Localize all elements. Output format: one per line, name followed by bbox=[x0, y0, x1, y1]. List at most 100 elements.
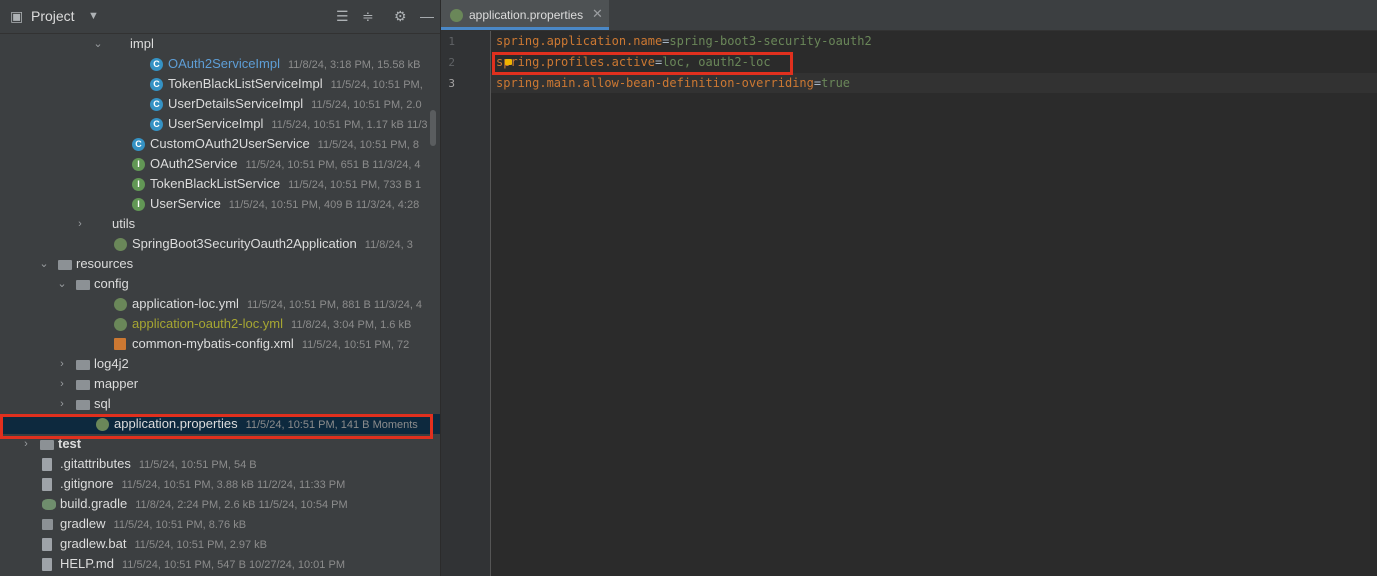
tree-row[interactable]: › log4j2 bbox=[0, 354, 440, 374]
line-number: 3 bbox=[448, 77, 455, 90]
spring-properties-icon bbox=[450, 9, 463, 22]
chevron-right-icon[interactable]: › bbox=[56, 354, 68, 374]
tree-row[interactable]: C CustomOAuth2UserService 11/5/24, 10:51 P… bbox=[0, 134, 440, 154]
chevron-right-icon[interactable]: › bbox=[74, 214, 86, 234]
tree-row[interactable]: I UserService 11/5/24, 10:51 PM, 409 B 11/… bbox=[0, 194, 440, 214]
interface-icon: I bbox=[132, 198, 145, 211]
tree-row[interactable]: application.properties 11/5/24, 10:51 PM,… bbox=[0, 414, 440, 434]
expand-all-icon[interactable]: ☰ bbox=[336, 7, 349, 25]
chevron-right-icon[interactable]: › bbox=[56, 374, 68, 394]
tree-row[interactable]: application-oauth2-loc.yml 11/8/24, 3:04 … bbox=[0, 314, 440, 334]
property-key: spring.application.name bbox=[496, 34, 663, 48]
tree-row[interactable]: gradlew 11/5/24, 10:51 PM, 8.76 kB bbox=[0, 514, 440, 534]
project-folder-icon: ▣ bbox=[10, 8, 24, 24]
class-icon: C bbox=[150, 78, 163, 91]
gear-icon[interactable]: ⚙ bbox=[394, 7, 407, 25]
tree-item-label: mapper bbox=[94, 376, 139, 391]
tree-row[interactable]: I TokenBlackListService 11/5/24, 10:51 PM,… bbox=[0, 174, 440, 194]
hide-panel-icon[interactable]: — bbox=[420, 7, 434, 25]
tree-row[interactable]: common-mybatis-config.xml 11/5/24, 10:51 … bbox=[0, 334, 440, 354]
tree-row[interactable]: HELP.md 11/5/24, 10:51 PM, 547 B 10/27/24… bbox=[0, 554, 440, 574]
tree-row[interactable]: › mapper bbox=[0, 374, 440, 394]
tree-row[interactable]: C UserDetailsServiceImpl 11/5/24, 10:51 PM… bbox=[0, 94, 440, 114]
code-line[interactable]: spring.main.allow-bean-definition-overri… bbox=[496, 73, 850, 93]
tree-item-meta: 11/5/24, 10:51 PM, 2.0 bbox=[311, 99, 422, 111]
tree-row[interactable]: C OAuth2ServiceImpl 11/8/24, 3:18 PM, 15.5… bbox=[0, 54, 440, 74]
tree-item-meta: 11/5/24, 10:51 PM, 881 B 11/3/24, 4 bbox=[246, 299, 423, 311]
tree-row[interactable]: .gitignore 11/5/24, 10:51 PM, 3.88 kB 11/… bbox=[0, 474, 440, 494]
folder-icon bbox=[76, 280, 90, 290]
tree-item-meta: 11/8/24, 2:24 PM, 2.6 kB 11/5/24, 10:54 … bbox=[135, 499, 348, 511]
tree-item-meta: 11/5/24, 10:51 PM, 547 B 10/27/24, 10:01… bbox=[121, 559, 345, 571]
tree-item-meta: 11/5/24, 10:51 PM, bbox=[330, 79, 423, 91]
tree-item-label: build.gradle 11/8/24, 2:24 PM, 2.6 kB 11/… bbox=[60, 496, 348, 511]
folder-icon bbox=[94, 218, 107, 231]
file-icon bbox=[42, 478, 52, 491]
line-number: 2 bbox=[448, 56, 455, 69]
tree-row[interactable]: C UserServiceImpl 11/5/24, 10:51 PM, 1.17 … bbox=[0, 114, 440, 134]
tree-item-label: HELP.md 11/5/24, 10:51 PM, 547 B 10/27/24… bbox=[60, 556, 345, 571]
tree-row[interactable]: SpringBoot3SecurityOauth2Application 11/8… bbox=[0, 234, 440, 254]
line-number-gutter: 1 2 3 bbox=[441, 31, 491, 576]
class-icon: C bbox=[150, 58, 163, 71]
tree-row[interactable]: gradlew.bat 11/5/24, 10:51 PM, 2.97 kB bbox=[0, 534, 440, 554]
tree-item-meta: 11/5/24, 10:51 PM, 141 B Moments bbox=[245, 419, 418, 431]
tree-row[interactable]: › test bbox=[0, 434, 440, 454]
tree-item-label: SpringBoot3SecurityOauth2Application 11/8… bbox=[132, 236, 413, 251]
chevron-right-icon[interactable]: › bbox=[20, 434, 32, 454]
tree-row[interactable]: build.gradle 11/8/24, 2:24 PM, 2.6 kB 11/… bbox=[0, 494, 440, 514]
chevron-down-icon[interactable]: ⌄ bbox=[38, 254, 50, 274]
collapse-all-icon[interactable]: ≑ bbox=[362, 7, 374, 25]
property-value: true bbox=[821, 76, 851, 90]
tree-item-meta: 11/5/24, 10:51 PM, 72 bbox=[301, 339, 410, 351]
xml-icon bbox=[114, 338, 126, 350]
tree-row[interactable]: I OAuth2Service 11/5/24, 10:51 PM, 651 B 1… bbox=[0, 154, 440, 174]
tree-item-label: gradlew.bat 11/5/24, 10:51 PM, 2.97 kB bbox=[60, 536, 267, 551]
tree-item-label: sql bbox=[94, 396, 111, 411]
tree-item-label: .gitattributes 11/5/24, 10:51 PM, 54 B bbox=[60, 456, 257, 471]
tree-item-label: OAuth2Service 11/5/24, 10:51 PM, 651 B 11… bbox=[150, 156, 421, 171]
tree-scrollbar-thumb[interactable] bbox=[430, 110, 436, 146]
tree-row[interactable]: .gitattributes 11/5/24, 10:51 PM, 54 B bbox=[0, 454, 440, 474]
tree-item-label: application-loc.yml 11/5/24, 10:51 PM, 88… bbox=[132, 296, 423, 311]
tree-item-label: TokenBlackListServiceImpl 11/5/24, 10:51 … bbox=[168, 76, 423, 91]
tree-item-meta: 11/5/24, 10:51 PM, 8 bbox=[317, 139, 419, 151]
tree-row[interactable]: › sql bbox=[0, 394, 440, 414]
intention-bulb-icon[interactable] bbox=[505, 59, 512, 65]
property-value: loc, oauth2-loc bbox=[662, 55, 771, 69]
tree-item-meta: 11/5/24, 10:51 PM, 54 B bbox=[138, 459, 257, 471]
tree-row[interactable]: ⌄ config bbox=[0, 274, 440, 294]
chevron-down-icon[interactable]: ⌄ bbox=[92, 34, 104, 54]
project-panel-header: ▣ Project ▼ ☰ ≑ ⚙ — bbox=[0, 0, 440, 34]
file-icon bbox=[42, 458, 52, 471]
chevron-right-icon[interactable]: › bbox=[56, 394, 68, 414]
file-icon bbox=[42, 538, 52, 551]
interface-icon: I bbox=[132, 158, 145, 171]
code-editor[interactable]: spring.application.name=spring-boot3-sec… bbox=[491, 31, 1377, 576]
project-panel-title[interactable]: Project bbox=[31, 8, 75, 24]
tree-row[interactable]: ⌄ impl bbox=[0, 34, 440, 54]
tab-label: application.properties bbox=[469, 8, 584, 22]
tree-item-label: application.properties 11/5/24, 10:51 PM,… bbox=[114, 416, 418, 431]
tab-application-properties[interactable]: application.properties ✕ bbox=[441, 0, 609, 30]
tree-row[interactable]: C TokenBlackListServiceImpl 11/5/24, 10:51… bbox=[0, 74, 440, 94]
chevron-down-icon[interactable]: ▼ bbox=[88, 7, 99, 25]
tree-item-label: OAuth2ServiceImpl 11/8/24, 3:18 PM, 15.58… bbox=[168, 56, 421, 71]
tree-row[interactable]: ⌄ resources bbox=[0, 254, 440, 274]
chevron-down-icon[interactable]: ⌄ bbox=[56, 274, 68, 294]
class-icon: C bbox=[132, 138, 145, 151]
tree-item-meta: 11/8/24, 3 bbox=[364, 239, 413, 251]
tree-item-label: log4j2 bbox=[94, 356, 129, 371]
code-line[interactable]: spring.profiles.active=loc, oauth2-loc bbox=[496, 52, 771, 72]
spring-yaml-icon bbox=[114, 298, 127, 311]
code-line[interactable]: spring.application.name=spring-boot3-sec… bbox=[496, 31, 872, 51]
folder-icon bbox=[112, 38, 125, 51]
close-icon[interactable]: ✕ bbox=[592, 6, 603, 22]
terminal-file-icon bbox=[42, 519, 53, 530]
tree-row[interactable]: application-loc.yml 11/5/24, 10:51 PM, 88… bbox=[0, 294, 440, 314]
tree-item-label: test bbox=[58, 436, 82, 451]
tree-item-label: common-mybatis-config.xml 11/5/24, 10:51 … bbox=[132, 336, 410, 351]
class-icon: C bbox=[150, 98, 163, 111]
tree-item-meta: 11/5/24, 10:51 PM, 1.17 kB 11/3 bbox=[271, 119, 428, 131]
tree-row[interactable]: › utils bbox=[0, 214, 440, 234]
